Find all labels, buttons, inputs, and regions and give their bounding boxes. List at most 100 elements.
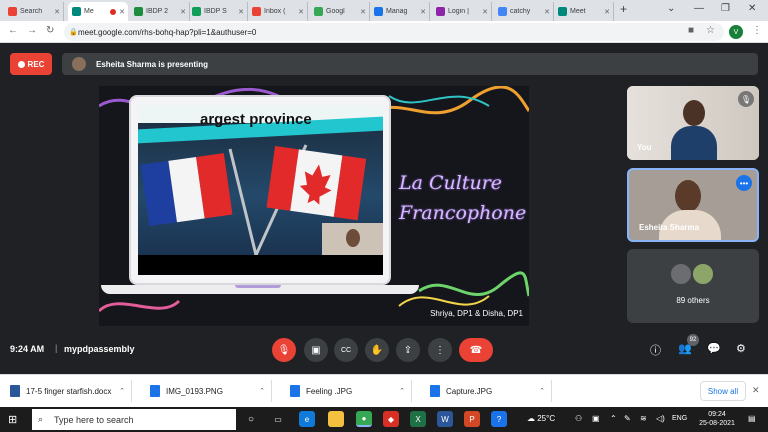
profile-avatar[interactable]: V bbox=[729, 25, 743, 39]
people-tray-icon[interactable]: ⚇ bbox=[575, 414, 582, 423]
captions-icon: CC bbox=[340, 346, 352, 354]
download-filename: Capture.JPG bbox=[446, 386, 493, 396]
browser-tab[interactable]: IBDP S ✕ bbox=[188, 2, 248, 21]
new-tab-button[interactable]: + bbox=[620, 2, 627, 16]
forward-icon[interactable]: → bbox=[27, 25, 37, 36]
more-options-button[interactable]: ⋮ bbox=[428, 338, 452, 362]
slide-title: La Culture Francophone bbox=[399, 172, 527, 224]
meeting-details-icon[interactable]: ⓘ bbox=[650, 342, 661, 358]
ribbon-yellow bbox=[398, 295, 490, 307]
file-explorer-icon[interactable] bbox=[328, 411, 344, 427]
weather-widget[interactable]: ☁ 25°C bbox=[527, 414, 555, 423]
presenter-head bbox=[675, 180, 701, 212]
other-avatar-1 bbox=[669, 262, 693, 286]
tab-close-icon[interactable]: ✕ bbox=[482, 8, 488, 16]
cortana-icon[interactable]: ○ bbox=[243, 411, 259, 427]
download-item[interactable]: Capture.JPG ⌃ bbox=[422, 380, 552, 402]
pen-icon[interactable]: ✎ bbox=[624, 414, 631, 423]
minimize-icon[interactable]: — bbox=[694, 3, 704, 14]
powerpoint-icon[interactable]: P bbox=[464, 411, 480, 427]
reload-icon[interactable]: ↻ bbox=[46, 25, 54, 36]
tile-presenter[interactable]: ••• Esheita Sharma bbox=[627, 168, 759, 242]
leave-call-button[interactable]: ☎ bbox=[459, 338, 493, 362]
taskbar-clock[interactable]: 09:24 25-08-2021 bbox=[695, 410, 739, 428]
browser-tab[interactable]: Me ✕ bbox=[68, 2, 128, 21]
tab-close-icon[interactable]: ✕ bbox=[604, 8, 610, 16]
browser-tab[interactable]: Search ✕ bbox=[4, 2, 64, 21]
chrome-icon[interactable]: ● bbox=[356, 411, 372, 427]
wifi-icon[interactable]: ≋ bbox=[640, 414, 647, 423]
volume-icon[interactable]: ◁) bbox=[656, 414, 665, 423]
tab-close-icon[interactable]: ✕ bbox=[119, 8, 125, 16]
chevron-up-icon[interactable]: ⌃ bbox=[119, 387, 125, 395]
tab-search-icon[interactable]: ⌄ bbox=[667, 3, 675, 14]
restore-icon[interactable]: ❐ bbox=[721, 3, 730, 14]
recording-indicator[interactable]: REC bbox=[10, 53, 52, 75]
tab-close-icon[interactable]: ✕ bbox=[360, 8, 366, 16]
browser-tab[interactable]: Meet ✕ bbox=[554, 2, 614, 21]
chevron-up-icon[interactable]: ⌃ bbox=[610, 414, 617, 423]
present-now-button[interactable]: ⇪ bbox=[396, 338, 420, 362]
browser-tab[interactable]: IBDP 2 ✕ bbox=[130, 2, 190, 21]
tab-label: Login | bbox=[448, 8, 469, 15]
notifications-icon[interactable]: ▤ bbox=[748, 414, 756, 423]
back-icon[interactable]: ← bbox=[8, 25, 18, 36]
close-downloads-icon[interactable]: ✕ bbox=[752, 385, 760, 396]
tab-label: IBDP S bbox=[204, 8, 227, 15]
laptop-graphic: argest province bbox=[129, 95, 391, 285]
download-item[interactable]: 17-5 finger starfish.docx ⌃ bbox=[2, 380, 132, 402]
browser-tab[interactable]: Manag ✕ bbox=[370, 2, 430, 21]
app-tray-icon[interactable]: ▣ bbox=[592, 414, 600, 423]
browser-tab[interactable]: Googl ✕ bbox=[310, 2, 370, 21]
raise-hand-button[interactable]: ✋ bbox=[365, 338, 389, 362]
task-view-icon[interactable]: ▭ bbox=[270, 411, 286, 427]
slide-credit: Shriya, DP1 & Disha, DP1 bbox=[430, 309, 523, 318]
presenter-face bbox=[346, 229, 360, 247]
file-icon bbox=[430, 385, 440, 397]
app-red-icon[interactable]: ◆ bbox=[383, 411, 399, 427]
mic-toggle-button[interactable]: 🎙 bbox=[272, 338, 296, 362]
ribbon-pink bbox=[99, 299, 181, 313]
help-icon[interactable]: ? bbox=[491, 411, 507, 427]
tab-label: Googl bbox=[326, 8, 345, 15]
tile-others[interactable]: 89 others bbox=[627, 249, 759, 323]
language-indicator[interactable]: ENG bbox=[672, 415, 687, 422]
close-window-icon[interactable]: ✕ bbox=[748, 3, 756, 14]
tab-close-icon[interactable]: ✕ bbox=[238, 8, 244, 16]
address-bar[interactable]: 🔒 meet.google.com/rhs-bohq-hap?pli=1&aut… bbox=[64, 23, 724, 41]
captions-button[interactable]: CC bbox=[334, 338, 358, 362]
tab-close-icon[interactable]: ✕ bbox=[54, 8, 60, 16]
tile-self[interactable]: 🎙 You bbox=[627, 86, 759, 160]
more-options-icon[interactable]: ••• bbox=[736, 175, 752, 191]
search-icon: ⌕ bbox=[38, 414, 44, 424]
excel-icon[interactable]: X bbox=[410, 411, 426, 427]
show-all-button[interactable]: Show all bbox=[700, 381, 746, 401]
menu-dots-icon[interactable]: ⋮ bbox=[752, 25, 762, 36]
chevron-up-icon[interactable]: ⌃ bbox=[539, 387, 545, 395]
tab-close-icon[interactable]: ✕ bbox=[180, 8, 186, 16]
canada-flag bbox=[266, 146, 367, 221]
edge-icon[interactable]: e bbox=[299, 411, 315, 427]
france-flag bbox=[140, 153, 233, 227]
chevron-up-icon[interactable]: ⌃ bbox=[259, 387, 265, 395]
windows-start-icon[interactable]: ⊞ bbox=[8, 413, 17, 426]
tab-favicon-icon bbox=[192, 7, 201, 16]
ribbon-green bbox=[418, 271, 529, 297]
chat-icon[interactable]: 💬 bbox=[707, 342, 721, 355]
chevron-up-icon[interactable]: ⌃ bbox=[399, 387, 405, 395]
camera-toggle-button[interactable]: ▣ bbox=[304, 338, 328, 362]
browser-tab[interactable]: catchy ✕ bbox=[494, 2, 554, 21]
tab-close-icon[interactable]: ✕ bbox=[420, 8, 426, 16]
bookmark-star-icon[interactable]: ☆ bbox=[706, 25, 715, 36]
tab-close-icon[interactable]: ✕ bbox=[544, 8, 550, 16]
word-icon[interactable]: W bbox=[437, 411, 453, 427]
tab-close-icon[interactable]: ✕ bbox=[298, 8, 304, 16]
download-item[interactable]: Feeling .JPG ⌃ bbox=[282, 380, 412, 402]
download-item[interactable]: IMG_0193.PNG ⌃ bbox=[142, 380, 272, 402]
taskbar-search-box[interactable]: ⌕ Type here to search bbox=[32, 409, 236, 430]
browser-tab[interactable]: Login | ✕ bbox=[432, 2, 492, 21]
other-avatar-2 bbox=[691, 262, 715, 286]
camera-in-use-icon[interactable]: ■ bbox=[688, 25, 694, 36]
activities-icon[interactable]: ⚙ bbox=[736, 342, 746, 355]
browser-tab[interactable]: Inbox (✕ bbox=[248, 2, 308, 21]
